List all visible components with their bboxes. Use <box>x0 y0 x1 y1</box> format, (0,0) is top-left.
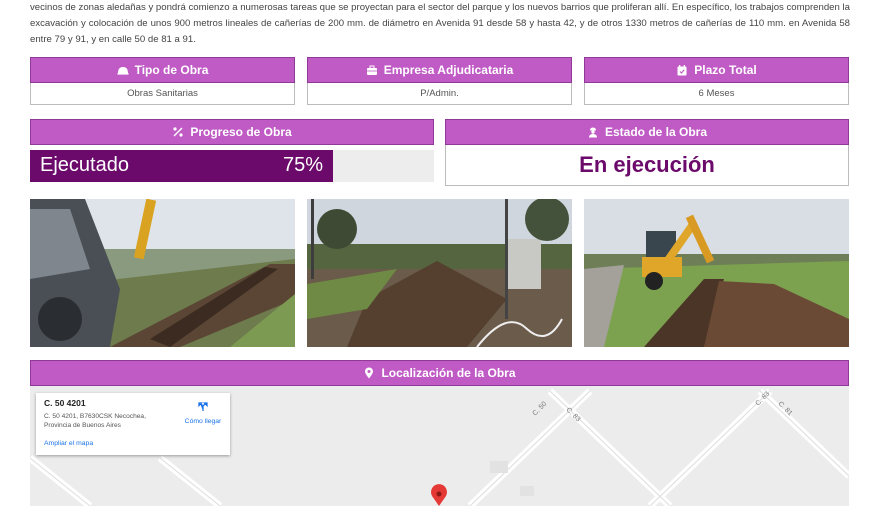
estado-header: Estado de la Obra <box>445 119 849 145</box>
site-pipes-photo[interactable] <box>307 199 572 347</box>
plazo-value: 6 Meses <box>584 83 849 105</box>
progress-bar-label: Ejecutado <box>40 154 129 176</box>
empresa-value: P/Admin. <box>307 83 572 105</box>
directions-icon <box>198 402 208 411</box>
empresa-header: Empresa Adjudicataria <box>307 57 572 83</box>
map-info-card: C. 50 4201 C. 50 4201, B7630CSK Necochea… <box>36 393 230 455</box>
enlarge-map-link[interactable]: Ampliar el mapa <box>44 440 93 447</box>
progress-bar: Ejecutado 75% <box>30 150 434 182</box>
localizacion-header: Localización de la Obra <box>30 360 849 386</box>
helmet-icon <box>117 67 129 75</box>
empresa-label: Empresa Adjudicataria <box>383 63 514 77</box>
estado-label: Estado de la Obra <box>604 125 708 139</box>
estado-value: En ejecución <box>445 145 849 186</box>
progreso-header: Progreso de Obra <box>30 119 434 145</box>
excavator-trench-photo[interactable] <box>30 199 295 347</box>
worker-icon <box>588 127 597 138</box>
tipo-obra-value: Obras Sanitarias <box>30 83 295 105</box>
progreso-label: Progreso de Obra <box>190 125 292 139</box>
plazo-label: Plazo Total <box>694 63 757 77</box>
intro-paragraph: vecinos de zonas aledañas y pondrá comie… <box>30 2 850 45</box>
calendar-icon <box>677 65 687 76</box>
backhoe-trench-photo[interactable] <box>584 199 849 347</box>
tipo-obra-label: Tipo de Obra <box>134 63 209 77</box>
briefcase-icon <box>366 65 377 75</box>
localizacion-label: Localización de la Obra <box>381 366 516 380</box>
directions-label: Cómo llegar <box>184 418 222 425</box>
directions-button[interactable]: Cómo llegar <box>182 399 224 425</box>
map-place-title: C. 50 4201 <box>44 398 86 408</box>
progress-fill: Ejecutado 75% <box>30 150 333 182</box>
plazo-header: Plazo Total <box>584 57 849 83</box>
tipo-obra-header: Tipo de Obra <box>30 57 295 83</box>
map-address: C. 50 4201, B7630CSK Necochea, Provincia… <box>44 413 146 429</box>
map-pin-icon <box>365 367 374 379</box>
progress-percent: 75% <box>282 154 323 176</box>
percent-icon <box>173 127 183 137</box>
